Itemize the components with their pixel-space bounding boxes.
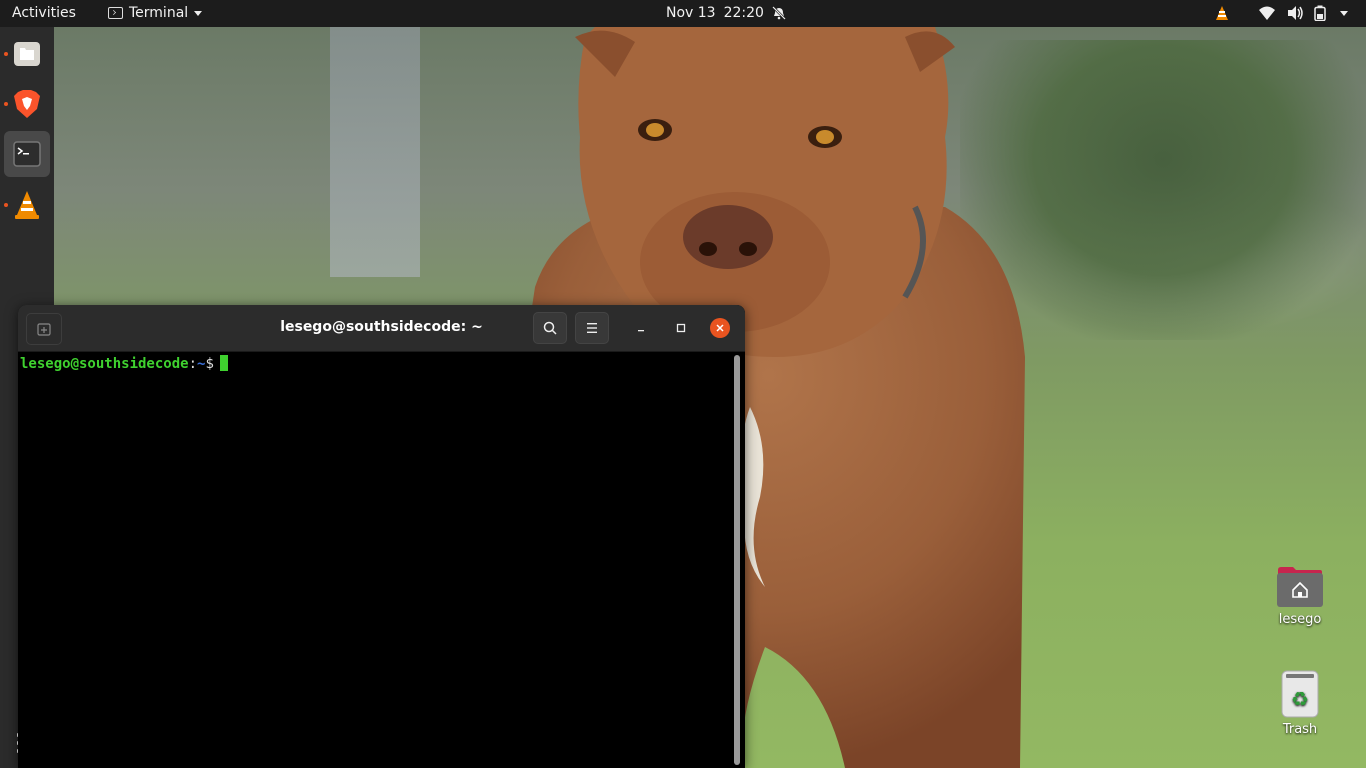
terminal-headerbar[interactable]: lesego@southsidecode: ~ bbox=[18, 305, 745, 352]
close-icon bbox=[716, 324, 724, 332]
desktop-icon-home[interactable]: lesego bbox=[1270, 566, 1330, 627]
battery-icon[interactable] bbox=[1314, 5, 1326, 21]
vlc-icon bbox=[15, 191, 39, 219]
hamburger-menu-button[interactable] bbox=[575, 312, 609, 344]
desktop-icon-label: lesego bbox=[1278, 612, 1322, 627]
text-cursor bbox=[219, 355, 228, 371]
trash-icon: ♻ bbox=[1281, 670, 1319, 718]
activities-button[interactable]: Activities bbox=[12, 5, 76, 21]
close-button[interactable] bbox=[710, 318, 730, 338]
desktop-icon-label: Trash bbox=[1282, 722, 1318, 737]
files-icon bbox=[14, 42, 40, 66]
app-menu-label: Terminal bbox=[129, 5, 189, 21]
terminal-icon bbox=[108, 7, 123, 19]
prompt-separator: : bbox=[188, 356, 198, 372]
dock-item-terminal[interactable] bbox=[4, 131, 50, 177]
maximize-icon bbox=[676, 323, 686, 333]
wallpaper-pole bbox=[330, 27, 420, 277]
system-menu-chevron-icon[interactable] bbox=[1340, 11, 1348, 16]
clock-button[interactable]: Nov 13 22:20 bbox=[666, 5, 786, 21]
search-button[interactable] bbox=[533, 312, 567, 344]
prompt-symbol: $ bbox=[205, 356, 214, 372]
wifi-icon[interactable] bbox=[1258, 5, 1276, 21]
dock-item-files[interactable] bbox=[4, 31, 50, 77]
time-label: 22:20 bbox=[723, 5, 764, 21]
prompt-line: lesego@southsidecode:~$ bbox=[20, 355, 228, 372]
minimize-button[interactable] bbox=[631, 318, 651, 338]
hamburger-icon bbox=[587, 323, 597, 333]
vlc-tray-icon[interactable] bbox=[1214, 5, 1230, 21]
minimize-icon bbox=[638, 330, 644, 332]
date-label: Nov 13 bbox=[666, 5, 716, 21]
maximize-button[interactable] bbox=[671, 318, 691, 338]
scrollbar[interactable] bbox=[734, 355, 740, 765]
terminal-icon bbox=[13, 141, 41, 167]
dock-item-brave[interactable] bbox=[4, 81, 50, 127]
top-bar: Activities Terminal Nov 13 22:20 bbox=[0, 0, 1366, 27]
app-menu-button[interactable]: Terminal bbox=[108, 5, 203, 21]
notifications-muted-icon bbox=[772, 6, 786, 20]
desktop-icon-trash[interactable]: ♻ Trash bbox=[1270, 670, 1330, 737]
prompt-user-host: lesego@southsidecode bbox=[20, 356, 189, 372]
chevron-down-icon bbox=[194, 10, 203, 16]
terminal-window[interactable]: lesego@southsidecode: ~ lesego@southside… bbox=[18, 305, 745, 768]
brave-icon bbox=[14, 90, 40, 118]
home-folder-icon bbox=[1277, 567, 1323, 607]
volume-icon[interactable] bbox=[1286, 5, 1304, 21]
search-icon bbox=[543, 321, 557, 335]
terminal-output[interactable]: lesego@southsidecode:~$ bbox=[18, 352, 745, 768]
dock-item-vlc[interactable] bbox=[4, 182, 50, 228]
svg-text:♻: ♻ bbox=[1291, 687, 1309, 711]
